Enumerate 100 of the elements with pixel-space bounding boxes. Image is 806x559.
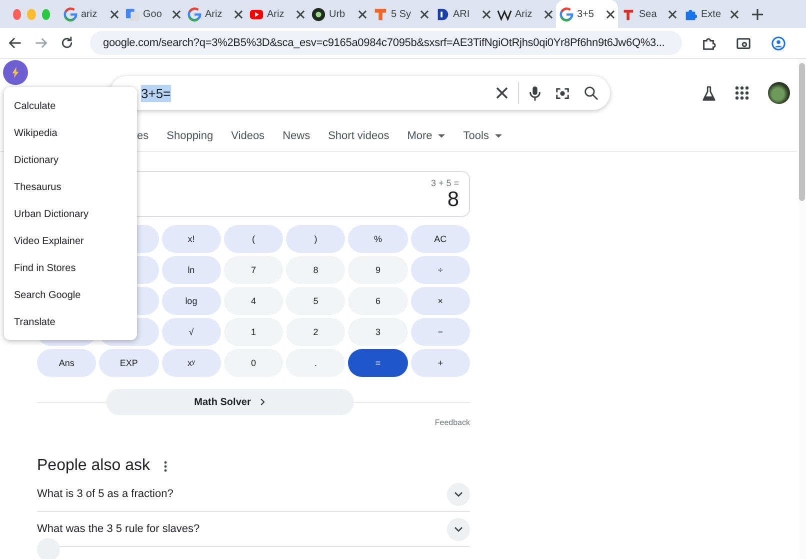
camera-icon[interactable] xyxy=(555,86,570,100)
flask-icon[interactable] xyxy=(702,86,716,100)
calculator-key[interactable]: 3 xyxy=(348,318,408,346)
tab-title: ariz xyxy=(81,8,98,20)
calculator-key[interactable]: EXP xyxy=(99,349,159,377)
browser-tab[interactable]: Exte xyxy=(680,0,742,28)
calculator-key[interactable]: 7 xyxy=(224,256,284,284)
calculator-key[interactable]: 1 xyxy=(224,318,284,346)
url-text: google.com/search?q=3%2B5%3D&sca_esv=c9165a0984c7095b&sxsrf=AE3TifNgiOtRjhs0qi0Yr8Pf6hn9t6Jw6Q%3... xyxy=(103,37,665,49)
google-icon xyxy=(187,6,202,22)
new-tab-icon[interactable] xyxy=(752,8,763,20)
close-icon[interactable] xyxy=(296,10,305,18)
menu-item[interactable]: Translate xyxy=(4,309,137,336)
puzzle-icon[interactable] xyxy=(701,36,716,50)
search-tab[interactable]: More xyxy=(407,127,446,145)
search-query: 3+5= xyxy=(141,84,171,102)
close-icon[interactable] xyxy=(420,10,429,18)
menu-item[interactable]: Wikipedia xyxy=(4,120,137,147)
reload-icon[interactable] xyxy=(60,36,74,50)
calculator-key[interactable]: Ans xyxy=(37,349,96,377)
chevron-right-icon xyxy=(260,398,265,406)
calculator-key[interactable]: 5 xyxy=(286,287,346,315)
calculator-key[interactable]: . xyxy=(286,349,346,377)
profile-icon[interactable] xyxy=(771,36,786,50)
search-tab[interactable]: Videos xyxy=(231,127,265,145)
calculator-key[interactable]: ln xyxy=(162,256,221,284)
clear-icon[interactable] xyxy=(496,87,508,99)
tab-search-icon[interactable] xyxy=(736,36,751,50)
avatar[interactable] xyxy=(768,82,790,104)
address-bar[interactable]: google.com/search?q=3%2B5%3D&sca_esv=c9165a0984c7095b&sxsrf=AE3TifNgiOtRjhs0qi0Yr8Pf6hn9t6Jw6Q%3... xyxy=(90,31,682,55)
calculator-key[interactable]: % xyxy=(348,225,408,253)
feedback-link[interactable]: Feedback xyxy=(37,418,470,427)
calculator-key[interactable]: 6 xyxy=(348,287,408,315)
forward-icon[interactable] xyxy=(34,36,48,50)
section-title: People also ask xyxy=(37,457,150,475)
close-icon[interactable] xyxy=(234,10,243,18)
search-tab[interactable]: Short videos xyxy=(328,127,390,145)
calculator-key[interactable]: √ xyxy=(162,318,221,346)
close-icon[interactable] xyxy=(730,10,739,18)
menu-item[interactable]: Thesaurus xyxy=(4,174,137,201)
menu-item[interactable]: Calculate xyxy=(4,93,137,120)
browser-tab[interactable]: Ariz xyxy=(494,0,556,28)
search-tab[interactable]: News xyxy=(282,127,310,145)
google-icon xyxy=(63,6,78,22)
chevron-down-icon xyxy=(454,492,463,496)
menu-item[interactable]: Video Explainer xyxy=(4,228,137,255)
browser-tab[interactable]: Sea xyxy=(618,0,680,28)
search-tab[interactable]: es xyxy=(137,127,149,145)
more-options-icon[interactable] xyxy=(164,460,167,472)
scrollbar-thumb[interactable] xyxy=(799,63,805,201)
calculator-key[interactable]: + xyxy=(410,349,470,377)
browser-tab[interactable]: Urb xyxy=(308,0,370,28)
calculator-key[interactable]: = xyxy=(348,349,408,377)
calculator-key[interactable]: log xyxy=(162,287,221,315)
calculator-key[interactable]: AC xyxy=(410,225,470,253)
search-tab[interactable]: Shopping xyxy=(166,127,214,145)
calculator-key[interactable]: 0 xyxy=(224,349,284,377)
menu-item[interactable]: Find in Stores xyxy=(4,255,137,282)
logo-icon xyxy=(435,6,450,22)
apps-grid-icon[interactable] xyxy=(735,86,749,100)
close-icon[interactable] xyxy=(172,10,181,18)
calculator-key[interactable]: ÷ xyxy=(410,256,470,284)
browser-tab[interactable]: Ariz xyxy=(184,0,246,28)
browser-tab[interactable]: ariz xyxy=(60,0,122,28)
browser-tab[interactable]: ARI xyxy=(432,0,494,28)
menu-item[interactable]: Dictionary xyxy=(4,147,137,174)
menu-item[interactable]: Search Google xyxy=(4,282,137,309)
search-tab[interactable]: Tools xyxy=(463,127,502,145)
close-icon[interactable] xyxy=(482,10,491,18)
close-icon[interactable] xyxy=(668,10,677,18)
calculator-key[interactable]: x! xyxy=(162,225,221,253)
calculator-key[interactable]: 8 xyxy=(286,256,346,284)
calculator-key[interactable]: ( xyxy=(224,225,284,253)
calculator-key[interactable]: − xyxy=(410,318,470,346)
calculator-key[interactable]: 2 xyxy=(286,318,346,346)
back-icon[interactable] xyxy=(8,36,22,50)
tab-title: Ariz xyxy=(515,8,534,20)
calculator-key[interactable]: 4 xyxy=(224,287,284,315)
math-solver-button[interactable]: Math Solver xyxy=(106,389,354,415)
calculator-key[interactable]: × xyxy=(410,287,470,315)
close-icon[interactable] xyxy=(110,10,119,18)
browser-tab[interactable]: Ariz xyxy=(246,0,308,28)
question-text[interactable]: What was the 3 5 rule for slaves? xyxy=(37,523,200,535)
calculator-key[interactable]: ) xyxy=(286,225,346,253)
browser-tab[interactable]: Goo xyxy=(122,0,184,28)
extension-button[interactable] xyxy=(3,60,28,85)
calculator-key[interactable]: xʸ xyxy=(162,349,221,377)
question-text[interactable]: What is 3 of 5 as a fraction? xyxy=(37,488,174,500)
close-icon[interactable] xyxy=(358,10,367,18)
expand-button[interactable] xyxy=(447,518,470,540)
google-icon xyxy=(559,6,574,22)
browser-tab[interactable]: 3+5 xyxy=(556,0,618,28)
close-icon[interactable] xyxy=(544,10,553,18)
calculator-key[interactable]: 9 xyxy=(348,256,408,284)
expand-button[interactable] xyxy=(447,482,470,506)
search-icon[interactable] xyxy=(584,86,598,100)
close-icon[interactable] xyxy=(606,10,615,18)
browser-tab[interactable]: 5 Sy xyxy=(370,0,432,28)
microphone-icon[interactable] xyxy=(529,86,541,100)
menu-item[interactable]: Urban Dictionary xyxy=(4,201,137,228)
